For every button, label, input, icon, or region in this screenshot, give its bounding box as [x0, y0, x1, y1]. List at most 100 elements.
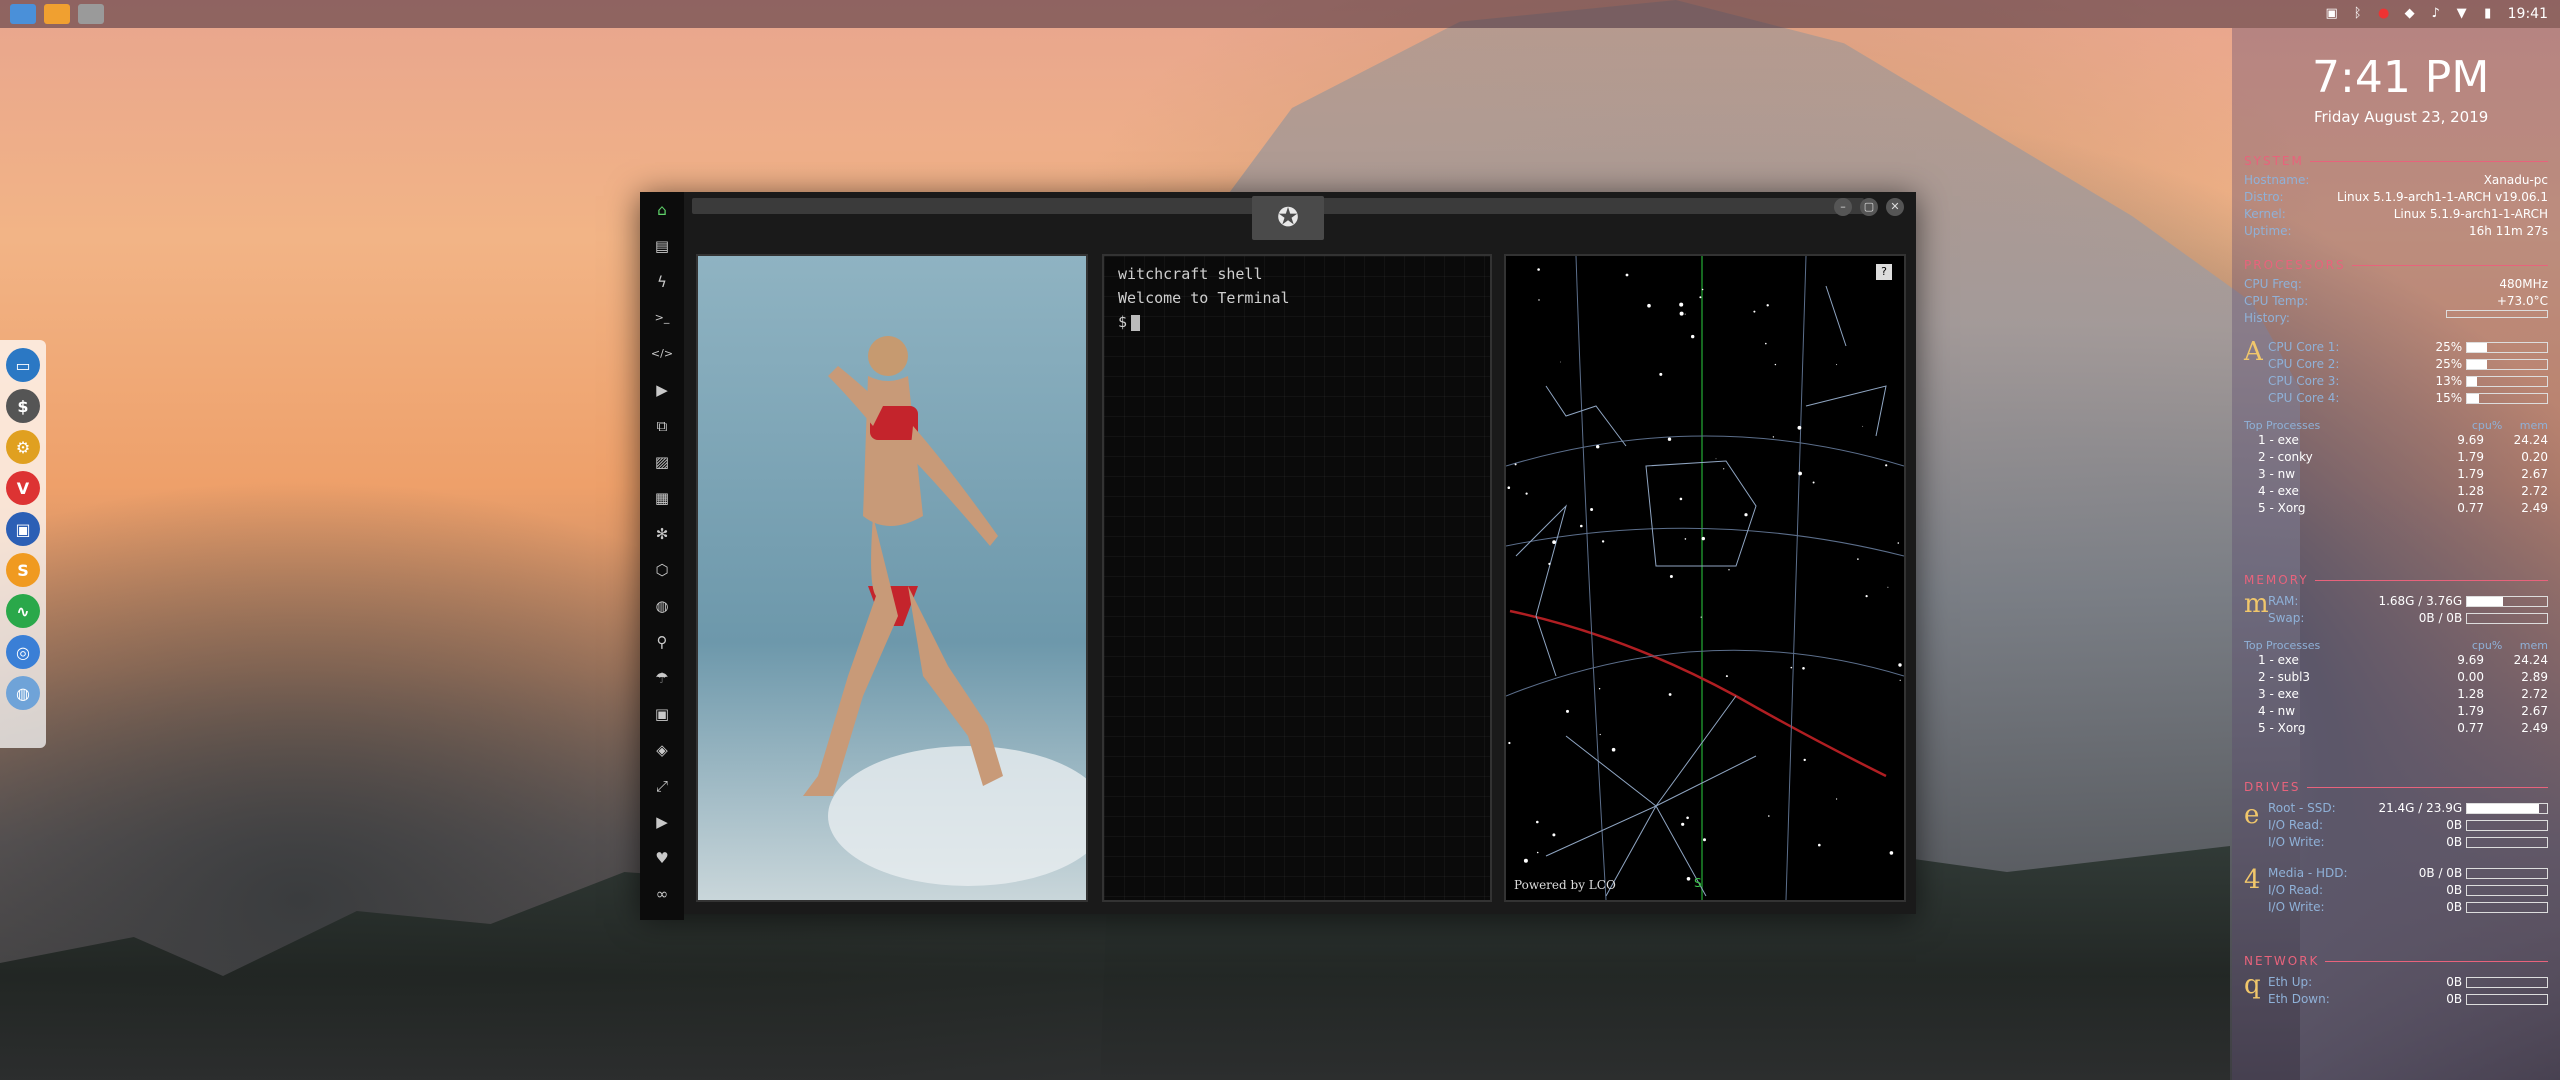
compass-south-label: S	[1694, 876, 1702, 890]
sky-map-pane[interactable]: ? Powered by LCO S	[1504, 254, 1906, 902]
star	[1812, 481, 1815, 484]
screenshot-icon[interactable]: ▣	[6, 512, 40, 546]
image-icon[interactable]: ▨	[650, 450, 674, 474]
codepen-icon[interactable]: ◈	[650, 738, 674, 762]
youtube-icon[interactable]: ▶	[650, 810, 674, 834]
dropbox-icon[interactable]: ◆	[2402, 6, 2418, 22]
terminal-window: ⌂ ▤ ϟ >_ </> ▶ ⧉ ▨ ▦ ✻ ⬡ ◍ ⚲ ☂ ▣ ◈ ⤢ ▶ ♥ ∞ ✪ – ▢ ✕	[640, 192, 1916, 920]
contact-icon[interactable]: ▣	[650, 702, 674, 726]
star	[1679, 497, 1683, 501]
process-name: 2 - subl3	[2258, 670, 2311, 684]
star	[1560, 361, 1561, 363]
document-icon[interactable]: ▤	[650, 234, 674, 258]
mem-col-label: mem	[2519, 419, 2548, 432]
close-button[interactable]: ✕	[1886, 198, 1904, 216]
process-name: 2 - conky	[2258, 450, 2313, 464]
io-read-label: I/O Read:	[2268, 818, 2324, 832]
copy-icon[interactable]: ⧉	[650, 414, 674, 438]
heart-icon[interactable]: ♥	[650, 846, 674, 870]
section-title: PROCESSORS	[2244, 258, 2346, 272]
star	[1537, 268, 1540, 271]
screenshot-icon[interactable]: ▣	[2324, 6, 2340, 22]
gear-icon[interactable]: ✻	[650, 522, 674, 546]
umbrella-icon[interactable]: ☂	[650, 666, 674, 690]
link-icon[interactable]: ∞	[650, 882, 674, 906]
io-write-label: I/O Write:	[2268, 835, 2325, 849]
redshift-icon[interactable]: ●	[2376, 6, 2392, 22]
folder-icon[interactable]	[10, 4, 36, 24]
star	[1753, 310, 1756, 313]
system-value: Linux 5.1.9-arch1-1-ARCH v19.06.1	[2337, 190, 2548, 204]
io-write-value-2: 0B	[2446, 900, 2463, 914]
files-icon[interactable]: ▭	[6, 348, 40, 382]
play-icon[interactable]: ▶	[650, 378, 674, 402]
cpu-history-graph	[2446, 310, 2548, 318]
conky-clock: 7:41 PM	[2312, 52, 2490, 103]
star	[1596, 445, 1600, 449]
terminal-icon[interactable]: $	[6, 389, 40, 423]
prompt-symbol: $	[1118, 313, 1128, 331]
media-bar	[2466, 868, 2548, 879]
battery-icon[interactable]: ▮	[2480, 6, 2496, 22]
drive-glyph-root: e	[2244, 800, 2260, 830]
star	[1728, 569, 1730, 571]
process-name: 5 - Xorg	[2258, 721, 2306, 735]
shell-prompt[interactable]: $	[1118, 310, 1476, 334]
process-cpu: 1.28	[2457, 687, 2484, 701]
section-title: SYSTEM	[2244, 154, 2304, 168]
cpu-freq-value: 480MHz	[2499, 277, 2548, 291]
help-button[interactable]: ?	[1876, 264, 1892, 280]
shell-banner: witchcraft shell	[1118, 265, 1263, 283]
eth-down-value: 0B	[2446, 992, 2463, 1006]
io-read-value-2: 0B	[2446, 883, 2463, 897]
panel-clock[interactable]: 19:41	[2508, 6, 2548, 22]
code-icon[interactable]: </>	[650, 342, 674, 366]
conky-date: Friday August 23, 2019	[2314, 108, 2489, 126]
root-bar	[2466, 803, 2548, 814]
eth-up-label: Eth Up:	[2268, 975, 2313, 989]
chrome-icon[interactable]: ◎	[6, 635, 40, 669]
cpu-core-row: CPU Core 3: 13%	[2268, 373, 2548, 390]
terminal-pane[interactable]: witchcraft shell Welcome to Terminal $	[1102, 254, 1492, 902]
wifi-icon[interactable]: ▼	[2454, 6, 2470, 22]
minimize-button[interactable]: –	[1834, 198, 1852, 216]
window-grid-icon[interactable]	[78, 4, 104, 24]
star	[1766, 304, 1769, 307]
star	[1725, 675, 1728, 678]
star	[1538, 299, 1540, 301]
home-icon[interactable]: ⌂	[650, 198, 674, 222]
star	[1774, 363, 1777, 366]
process-row: 4 - nw 1.79 2.67	[2244, 703, 2548, 720]
expand-icon[interactable]: ⤢	[650, 774, 674, 798]
star	[1523, 858, 1528, 863]
io-read-value: 0B	[2446, 818, 2463, 832]
vivaldi-icon[interactable]: V	[6, 471, 40, 505]
search-icon[interactable]: ⚲	[650, 630, 674, 654]
star	[1865, 595, 1868, 598]
settings-icon[interactable]: ⚙	[6, 430, 40, 464]
sublime-icon[interactable]: S	[6, 553, 40, 587]
news-icon[interactable]: ▦	[650, 486, 674, 510]
sublime-icon[interactable]	[44, 4, 70, 24]
bluetooth-icon[interactable]: ᛒ	[2350, 6, 2366, 22]
globe-icon[interactable]: ◍	[6, 676, 40, 710]
system-monitor-icon[interactable]: ∿	[6, 594, 40, 628]
star	[1681, 822, 1685, 826]
process-cpu: 1.28	[2457, 484, 2484, 498]
cpu-core-label: CPU Core 2:	[2268, 357, 2340, 371]
star	[1611, 747, 1616, 752]
processors-section: PROCESSORS CPU Freq: 480MHz CPU Temp: +73.…	[2244, 258, 2548, 517]
sky-credit[interactable]: Powered by LCO	[1514, 878, 1616, 892]
maximize-button[interactable]: ▢	[1860, 198, 1878, 216]
hexagon-icon[interactable]: ⬡	[650, 558, 674, 582]
system-value: Xanadu-pc	[2483, 173, 2548, 187]
top-processes-label: Top Processes	[2244, 419, 2321, 432]
mem-col-label: mem	[2519, 639, 2548, 652]
globe-icon[interactable]: ◍	[650, 594, 674, 618]
process-row: 5 - Xorg 0.77 2.49	[2244, 500, 2548, 517]
prompt-icon[interactable]: >_	[650, 306, 674, 330]
bolt-icon[interactable]: ϟ	[650, 270, 674, 294]
star	[1590, 508, 1594, 511]
volume-icon[interactable]: ♪	[2428, 6, 2444, 22]
process-cpu: 0.00	[2457, 670, 2484, 684]
